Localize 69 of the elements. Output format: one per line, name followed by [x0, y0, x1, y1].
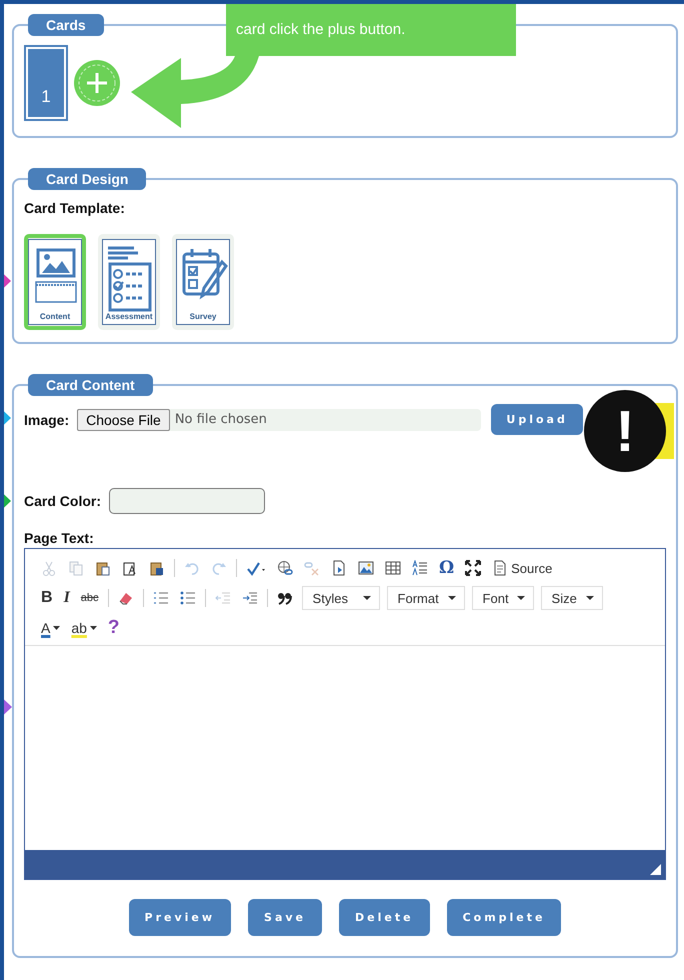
resize-handle-icon[interactable] — [650, 864, 661, 875]
strikethrough-button[interactable]: abc — [78, 590, 101, 606]
help-button[interactable]: ? — [106, 615, 122, 641]
paste-word-icon — [149, 560, 165, 576]
lines-icon — [412, 560, 428, 576]
toolbar-dropdown[interactable]: Styles — [302, 586, 380, 610]
panel-title: Card Content — [28, 374, 153, 396]
redo-icon — [211, 560, 227, 576]
cut-icon — [41, 560, 57, 576]
maximize-button[interactable] — [463, 558, 484, 578]
file-status: No file chosen — [174, 412, 267, 427]
curved-arrow-icon — [131, 56, 261, 130]
image-icon — [358, 560, 374, 576]
link-icon — [277, 560, 293, 576]
choose-file-button[interactable]: Choose File — [77, 408, 170, 430]
caret-icon — [362, 596, 371, 600]
panel-title: Cards — [28, 14, 104, 36]
special-character-button[interactable]: Ω — [437, 556, 456, 580]
panel-title: Card Design — [28, 168, 146, 190]
upload-button[interactable]: Upload — [491, 404, 584, 435]
toolbar-dropdown[interactable]: Format — [386, 586, 465, 610]
template-label: Assessment — [105, 312, 153, 323]
maximize-icon — [465, 560, 482, 576]
toolbar-dropdown[interactable]: Font — [472, 586, 534, 610]
paste-text-icon — [122, 560, 138, 576]
quote-icon — [276, 590, 293, 606]
table-icon — [385, 560, 401, 576]
toolbar-dropdown[interactable]: Size — [540, 586, 603, 610]
action-button[interactable]: Save — [248, 899, 322, 936]
page-icon — [331, 560, 347, 576]
caret-icon — [90, 626, 97, 630]
tooltip-callout: card click the plus button. — [226, 4, 516, 56]
caret-icon — [516, 596, 525, 600]
bulleted-icon — [180, 590, 196, 606]
paste-icon — [95, 560, 111, 576]
file-input[interactable]: Choose File No file chosen — [77, 408, 482, 430]
template-label: Content — [40, 312, 70, 323]
action-button[interactable]: Preview — [128, 899, 232, 936]
caret-icon — [448, 596, 456, 600]
indent-icon — [242, 590, 258, 606]
spellcheck-icon — [246, 560, 266, 576]
alert-badge: ! — [584, 390, 666, 472]
template-option[interactable]: Content — [24, 234, 86, 330]
action-button[interactable]: Complete — [446, 899, 562, 936]
color-field[interactable] — [109, 488, 265, 514]
italic-button[interactable]: I — [62, 587, 72, 609]
caret-icon — [586, 596, 594, 600]
bold-button[interactable]: B — [39, 587, 55, 609]
eraser-icon — [118, 590, 134, 606]
numbered-icon — [152, 590, 169, 606]
text-color-button[interactable]: A — [39, 618, 62, 638]
outdent-icon — [214, 590, 231, 606]
lines-button[interactable] — [410, 558, 430, 578]
image-label: Image: — [24, 412, 70, 428]
template-option[interactable]: Assessment — [98, 234, 160, 330]
page-text-label: Page Text: — [24, 530, 95, 546]
template-option[interactable]: Survey — [172, 234, 234, 330]
card-tile[interactable]: 1 — [26, 47, 66, 119]
source-button[interactable]: Source — [490, 558, 554, 578]
document-icon — [492, 560, 508, 576]
bg-color-button[interactable]: ab — [69, 618, 99, 638]
action-button[interactable]: Delete — [339, 899, 430, 936]
card-color-label: Card Color: — [24, 493, 101, 509]
caret-icon — [53, 626, 60, 630]
undo-icon — [184, 560, 200, 576]
copy-icon — [68, 560, 84, 576]
unlink-icon — [304, 560, 320, 576]
card-template-label: Card Template: — [24, 200, 126, 216]
template-label: Survey — [190, 312, 216, 323]
